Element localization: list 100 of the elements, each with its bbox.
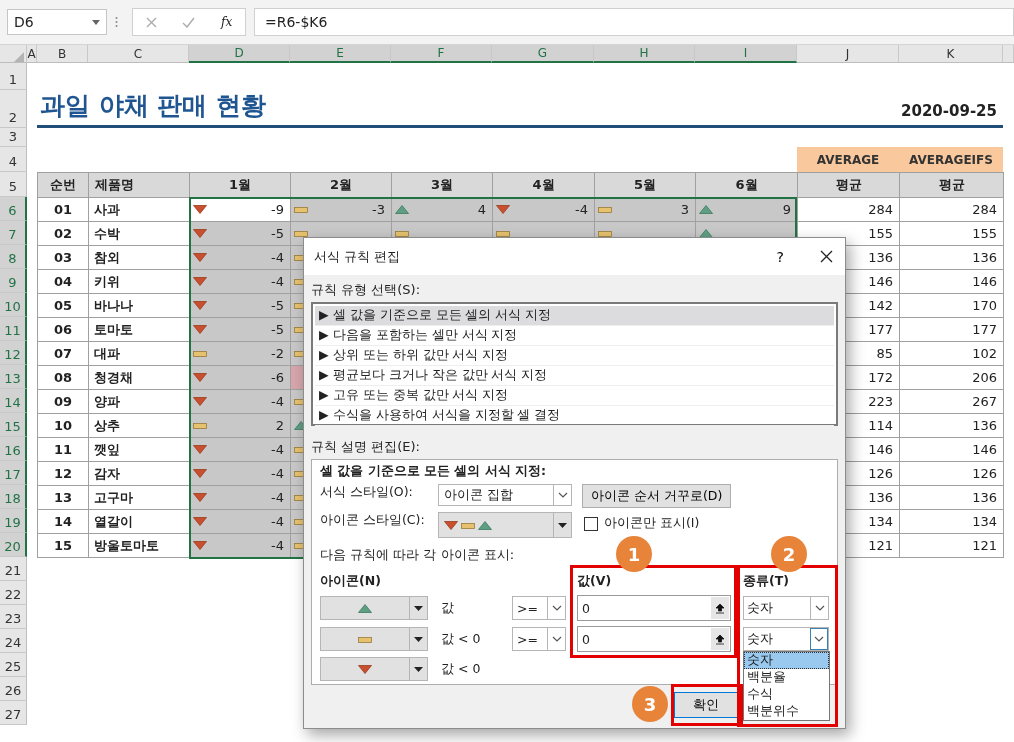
cell-value: -9	[271, 202, 284, 217]
reverse-icon-order-button[interactable]: 아이콘 순서 거꾸로(D)	[582, 484, 732, 508]
icon-style-dropdown[interactable]	[438, 512, 572, 538]
row-header[interactable]: 20	[0, 533, 27, 557]
value-field[interactable]: 0	[577, 595, 731, 621]
collapse-icon[interactable]	[715, 602, 725, 614]
callout-badge: 3	[632, 686, 668, 722]
operator-dropdown[interactable]: >=	[512, 627, 566, 651]
caret-icon	[557, 492, 568, 498]
bar-icon	[395, 229, 409, 238]
cell-value: 9	[782, 202, 791, 217]
caret-icon	[551, 636, 562, 642]
row-header[interactable]: 22	[0, 581, 27, 605]
name-box[interactable]: D6	[7, 9, 107, 35]
section-label: 규칙 유형 선택(S):	[311, 281, 422, 299]
row-header[interactable]: 1	[0, 63, 27, 90]
icon-dropdown[interactable]	[320, 657, 428, 681]
row-header[interactable]: 21	[0, 557, 27, 581]
row-header[interactable]: 24	[0, 629, 27, 653]
row-header[interactable]: 8	[0, 245, 27, 269]
row-header[interactable]: 5	[0, 172, 27, 197]
checkbox[interactable]	[584, 516, 598, 531]
row-header[interactable]: 7	[0, 221, 27, 245]
dropdown-option[interactable]: 백분위수	[744, 703, 829, 720]
sheet-title: 과일 야채 판매 현황	[37, 90, 797, 128]
column-heading: 2월	[290, 172, 392, 198]
cancel-icon[interactable]	[145, 16, 157, 28]
row-header[interactable]: 3	[0, 128, 27, 147]
check-icon[interactable]	[182, 16, 196, 28]
row-header[interactable]: 13	[0, 365, 27, 389]
bar-icon	[598, 205, 612, 214]
row-header[interactable]: 4	[0, 147, 27, 172]
dropdown-option[interactable]: 숫자	[744, 652, 829, 669]
help-button[interactable]: ?	[776, 248, 784, 265]
column-header[interactable]: G	[492, 45, 594, 63]
down-triangle-icon	[193, 469, 207, 478]
bar-icon	[496, 229, 510, 238]
row-header[interactable]: 14	[0, 389, 27, 413]
ok-button[interactable]: 확인	[674, 692, 738, 718]
value-field[interactable]: 0	[577, 626, 731, 652]
type-dropdown[interactable]: 숫자	[743, 627, 829, 651]
down-triangle-icon	[193, 301, 207, 310]
row-header[interactable]: 18	[0, 485, 27, 509]
row-header[interactable]: 17	[0, 461, 27, 485]
row-header[interactable]: 26	[0, 677, 27, 701]
caret-icon	[414, 666, 423, 672]
cell-value: -4	[271, 442, 284, 457]
column-header[interactable]: F	[391, 45, 492, 63]
row-header[interactable]: 11	[0, 317, 27, 341]
cell-value: -5	[271, 298, 284, 313]
row-header[interactable]: 9	[0, 269, 27, 293]
type-dropdown[interactable]: 숫자	[743, 596, 829, 620]
close-icon[interactable]	[820, 250, 833, 263]
operator-dropdown[interactable]: >=	[512, 596, 566, 620]
row-header[interactable]: 19	[0, 509, 27, 533]
insert-function-button[interactable]: fx	[221, 15, 233, 29]
column-header[interactable]: I	[695, 45, 797, 63]
cell-value: -4	[271, 250, 284, 265]
checkbox-label: 아이콘만 표시(I)	[604, 515, 700, 532]
collapse-icon[interactable]	[715, 633, 725, 645]
row-header[interactable]: 12	[0, 341, 27, 365]
column-header[interactable]: J	[797, 45, 899, 63]
caret-icon	[814, 605, 825, 611]
cell-value: -4	[271, 274, 284, 289]
rule-type-item[interactable]: ▶ 다음을 포함하는 셀만 서식 지정	[315, 326, 834, 346]
column-header[interactable]: C	[88, 45, 189, 63]
cell-value: 4	[477, 202, 486, 217]
dropdown-option[interactable]: 백분율	[744, 669, 829, 686]
column-header[interactable]: H	[594, 45, 695, 63]
row-header[interactable]: 27	[0, 701, 27, 725]
rule-type-item[interactable]: ▶ 상위 또는 하위 값만 서식 지정	[315, 346, 834, 366]
column-heading: 3월	[391, 172, 493, 198]
row-header[interactable]: 23	[0, 605, 27, 629]
rule-type-item[interactable]: ▶ 수식을 사용하여 서식을 지정할 셀 결정	[315, 406, 834, 426]
row-header[interactable]: 6	[0, 197, 27, 221]
rule-type-item[interactable]: ▶ 고유 또는 중복 값만 서식 지정	[315, 386, 834, 406]
up-triangle-icon	[699, 205, 713, 214]
caret-icon	[551, 605, 562, 611]
format-style-dropdown[interactable]: 아이콘 집합	[438, 484, 572, 506]
row-header[interactable]: 25	[0, 653, 27, 677]
caret-icon	[414, 636, 423, 642]
column-heading: 제품명	[88, 172, 190, 198]
column-header[interactable]: D	[189, 45, 290, 63]
icon-dropdown[interactable]	[320, 627, 428, 651]
column-header[interactable]: K	[899, 45, 1003, 63]
row-header[interactable]: 10	[0, 293, 27, 317]
dropdown-option[interactable]: 수식	[744, 686, 829, 703]
rules-caption: 다음 규칙에 따라 각 아이콘 표시:	[320, 546, 515, 564]
rule-type-item[interactable]: ▶ 평균보다 크거나 작은 값만 서식 지정	[315, 366, 834, 386]
down-triangle-icon	[358, 664, 372, 674]
row-header[interactable]: 16	[0, 437, 27, 461]
row-header[interactable]: 2	[0, 90, 27, 128]
rule-type-item[interactable]: ▶ 셀 값을 기준으로 모든 셀의 서식 지정	[315, 306, 834, 326]
formula-field[interactable]: =R6-$K6	[254, 8, 1014, 36]
column-header[interactable]: E	[290, 45, 391, 63]
column-header[interactable]: B	[37, 45, 88, 63]
cell-value: 2	[275, 418, 284, 433]
cell-value: -4	[271, 538, 284, 553]
icon-dropdown[interactable]	[320, 596, 428, 620]
row-header[interactable]: 15	[0, 413, 27, 437]
